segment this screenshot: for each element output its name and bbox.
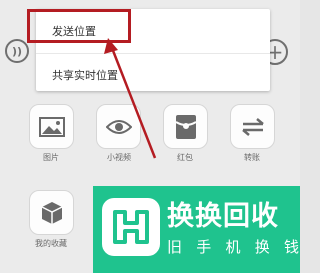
tile-label-red-packet: 红包: [177, 153, 193, 162]
red-packet-icon: [174, 114, 197, 139]
menu-item-share-live-location[interactable]: 共享实时位置: [36, 57, 270, 95]
tile-label-transfer: 转账: [244, 153, 260, 162]
banner-subtitle-char: 机: [225, 238, 241, 256]
tile-transfer[interactable]: [230, 104, 275, 149]
video-eye-icon: [105, 119, 132, 134]
tile-photos[interactable]: [29, 104, 74, 149]
brand-logo: [102, 198, 160, 256]
tile-label-video: 小视频: [107, 153, 131, 162]
image-icon: [38, 116, 65, 137]
menu-divider: [36, 53, 270, 54]
transfer-icon: [241, 117, 264, 136]
banner-title: 换换回收: [167, 201, 279, 232]
logo-h-icon: [113, 210, 149, 244]
highlight-box: [27, 9, 131, 43]
chat-input-panel: )) + 图片 小视频 红包 转账 我的收藏 发送位置 共享实时位置 换换回收 …: [0, 0, 300, 273]
banner-subtitle-char: 换: [254, 238, 270, 256]
menu-item-label: 共享实时位置: [52, 69, 118, 82]
watermark-banner: 换换回收 旧 手 机 换 钱: [93, 186, 300, 273]
banner-subtitle-char: 旧: [167, 238, 183, 256]
voice-icon[interactable]: )): [5, 39, 29, 63]
favorites-cube-icon: [41, 201, 62, 224]
tile-video[interactable]: [96, 104, 141, 149]
tile-red-packet[interactable]: [163, 104, 208, 149]
banner-subtitle-char: 手: [196, 238, 212, 256]
banner-subtitle: 旧 手 机 换 钱: [167, 236, 299, 257]
tile-label-photos: 图片: [43, 153, 59, 162]
banner-subtitle-char: 钱: [283, 238, 299, 256]
tile-favorites[interactable]: [29, 190, 74, 235]
tile-label-favorites: 我的收藏: [35, 239, 67, 248]
